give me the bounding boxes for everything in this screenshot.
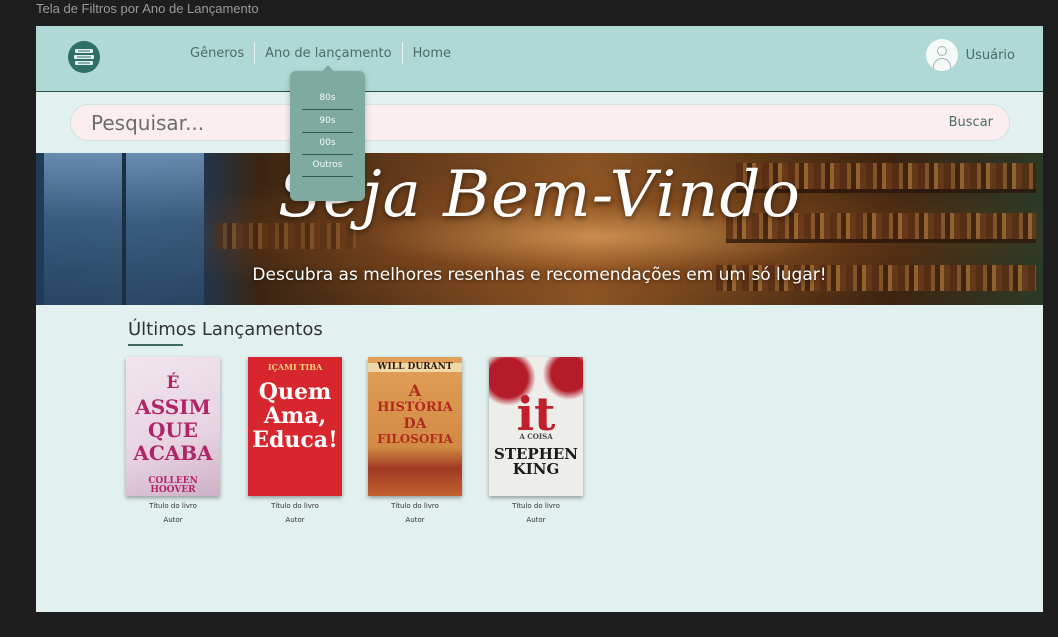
app-frame: Gêneros Ano de lançamento Home Usuário B… [36, 26, 1043, 612]
book-card[interactable]: É ASSIM QUE ACABA COLLEEN HOOVER Título … [126, 357, 220, 524]
cover-author: WILL DURANT [368, 363, 462, 372]
section-title: Últimos Lançamentos [128, 319, 323, 340]
cover-line: DA [403, 416, 427, 432]
user-label[interactable]: Usuário [966, 48, 1015, 63]
cover-author: COLLEEN HOOVER [148, 476, 198, 495]
section-title-underline [128, 344, 183, 346]
cover-line: ASSIM [135, 395, 211, 419]
hero-banner: Seja Bem-Vindo Descubra as melhores rese… [36, 153, 1043, 305]
cover-line: A COISA [519, 432, 553, 441]
user-menu[interactable]: Usuário [925, 39, 1015, 71]
cover-line: QUE [147, 418, 199, 442]
cover-line: É [166, 373, 180, 393]
cover-line: FILOSOFIA [377, 432, 453, 446]
hero-subtitle: Descubra as melhores resenhas e recomend… [252, 265, 827, 285]
book-card[interactable]: IÇAMI TIBA Quem Ama, Educa! Título do li… [248, 357, 342, 524]
book-cover[interactable]: É ASSIM QUE ACABA COLLEEN HOOVER [126, 357, 220, 496]
dropdown-item-00s[interactable]: 00s [302, 133, 353, 155]
dropdown-item-outros[interactable]: Outros [302, 155, 353, 177]
book-stack-logo-icon[interactable] [66, 39, 102, 75]
book-title: Título do livro [391, 502, 439, 510]
release-year-dropdown: 80s 90s 00s Outros [290, 65, 365, 201]
book-title: Título do livro [512, 502, 560, 510]
search-strip: Buscar [36, 93, 1043, 153]
cover-line: HISTÓRIA [377, 400, 453, 415]
search-button[interactable]: Buscar [949, 115, 993, 130]
dropdown-item-80s[interactable]: 80s [302, 88, 353, 110]
book-author: Autor [405, 516, 425, 524]
canvas-frame-label: Tela de Filtros por Ano de Lançamento [36, 1, 259, 16]
dropdown-item-90s[interactable]: 90s [302, 111, 353, 133]
book-cover[interactable]: IÇAMI TIBA Quem Ama, Educa! [248, 357, 342, 496]
book-cover[interactable]: WILL DURANT A HISTÓRIA DA FILOSOFIA [368, 357, 462, 496]
user-avatar-icon[interactable] [925, 39, 958, 71]
book-author: Autor [285, 516, 305, 524]
book-cover[interactable]: it A COISA STEPHEN KING [489, 357, 583, 496]
cover-line: Ama, [263, 403, 327, 429]
book-author: Autor [163, 516, 183, 524]
book-title: Título do livro [149, 502, 197, 510]
cover-line: ACABA [133, 441, 213, 465]
cover-line: it [516, 387, 556, 441]
nav-links: Gêneros Ano de lançamento Home [180, 41, 461, 65]
cover-line: Quem [258, 379, 332, 405]
cover-line: A [408, 381, 422, 400]
hero-title: Seja Bem-Vindo [278, 158, 801, 232]
book-author: Autor [526, 516, 546, 524]
book-title: Título do livro [271, 502, 319, 510]
search-bar: Buscar [70, 104, 1010, 141]
search-input[interactable] [91, 110, 791, 135]
book-card[interactable]: it A COISA STEPHEN KING Título do livro … [489, 357, 583, 524]
cover-author: IÇAMI TIBA [267, 362, 323, 372]
book-card[interactable]: WILL DURANT A HISTÓRIA DA FILOSOFIA Títu… [368, 357, 462, 524]
nav-link-generos[interactable]: Gêneros [180, 46, 254, 61]
cover-author: STEPHEN KING [493, 445, 579, 478]
nav-link-home[interactable]: Home [403, 46, 461, 61]
nav-link-ano-lancamento[interactable]: Ano de lançamento [255, 46, 401, 61]
cover-line: Educa! [252, 427, 338, 453]
navbar: Gêneros Ano de lançamento Home Usuário [36, 26, 1043, 92]
